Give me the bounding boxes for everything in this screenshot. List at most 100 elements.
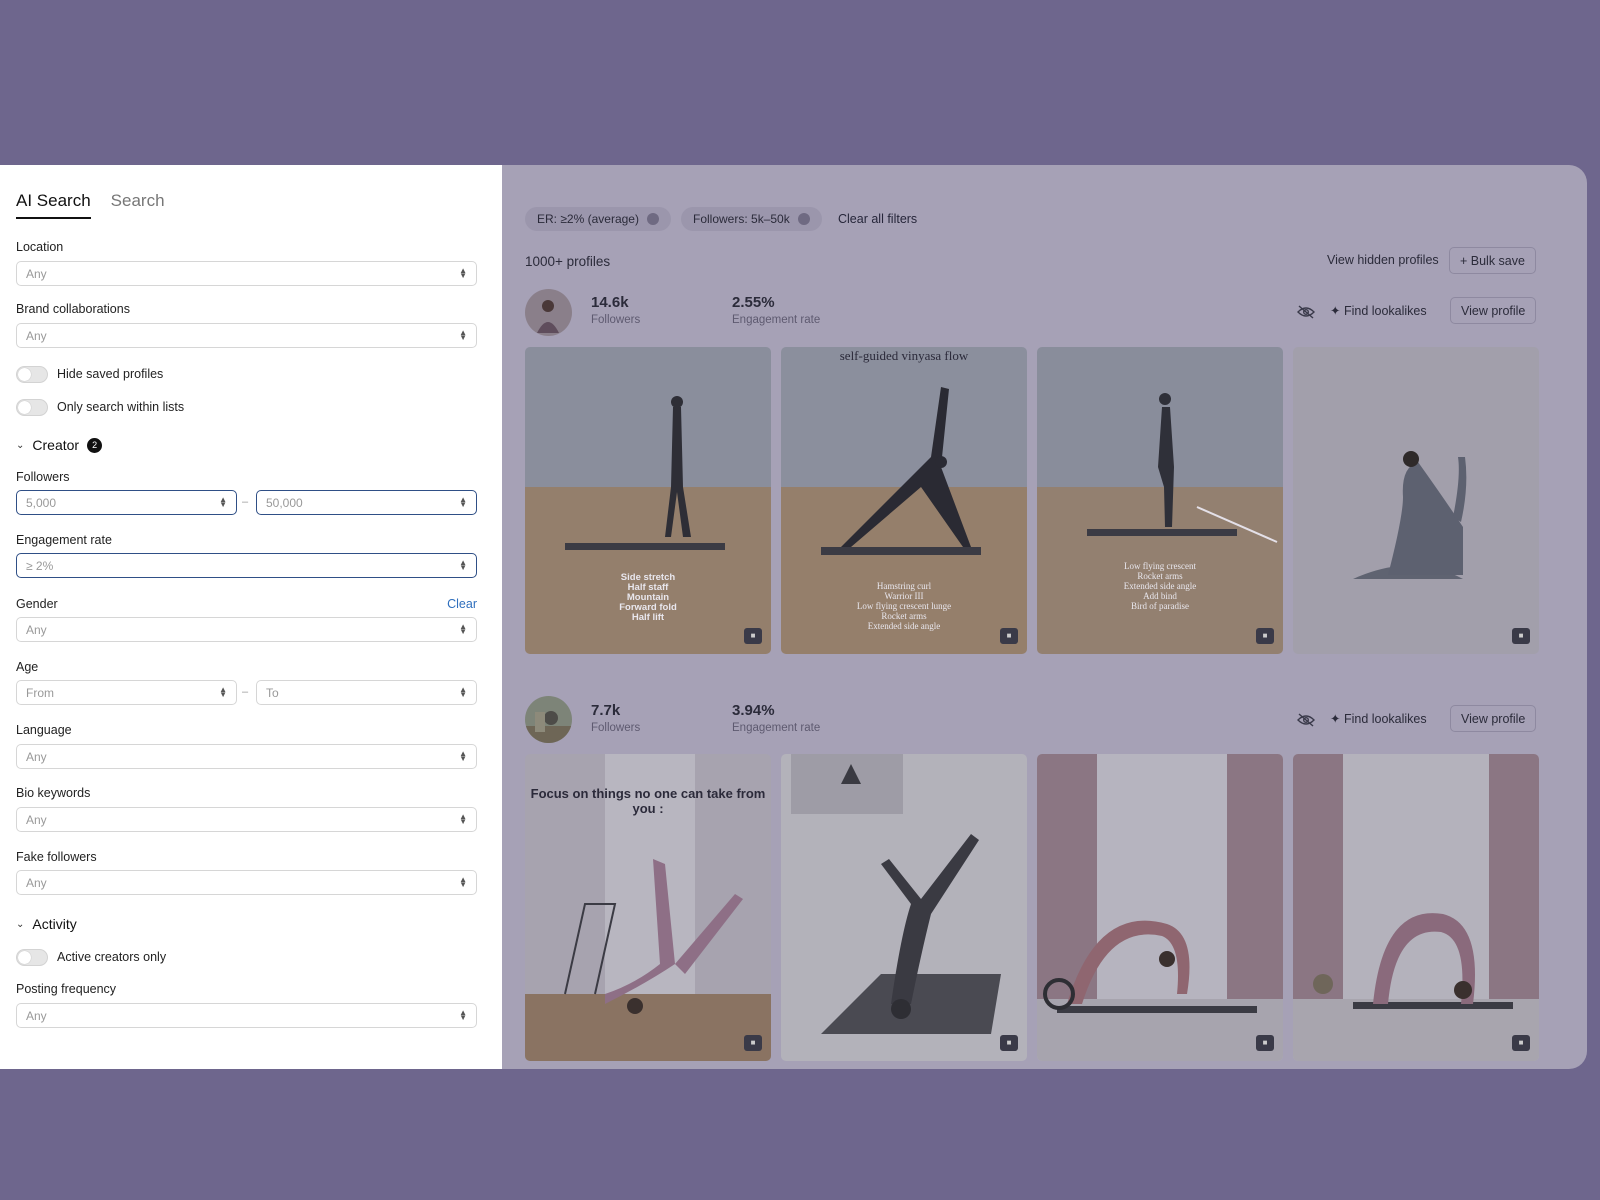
brand-select[interactable]: Any ▲ ▼: [16, 323, 477, 348]
fake-select[interactable]: Any ▲ ▼: [16, 870, 477, 895]
tab-ai-search[interactable]: AI Search: [16, 191, 91, 219]
select-arrows-icon: ▲ ▼: [459, 749, 467, 763]
find-lookalikes-button[interactable]: ✦ Find lookalikes: [1320, 705, 1437, 732]
search-card: AI Search Search Location Any ▲ ▼ Brand co…: [0, 165, 1587, 1069]
followers-value: 7.7k: [591, 702, 621, 719]
hide-saved-label: Hide saved profiles: [57, 367, 164, 381]
posting-label: Posting frequency: [16, 982, 117, 996]
view-profile-button[interactable]: View profile: [1450, 297, 1537, 324]
post-overlay-text: Hamstring curl Warrior III Low flying cres…: [856, 581, 952, 631]
gender-label: Gender: [16, 597, 58, 611]
post-overlay-text: Side stretch Half staff Mountain Forward fo…: [619, 572, 677, 623]
only-lists-label: Only search within lists: [57, 400, 185, 414]
followers-caption: Followers: [591, 722, 641, 734]
video-icon: ■: [1256, 1035, 1274, 1051]
select-arrows-icon: ▲ ▼: [219, 685, 227, 699]
results-count: 1000+ profiles: [525, 254, 611, 269]
engagement-select[interactable]: ≥ 2% ▲ ▼: [16, 553, 477, 578]
select-arrows-icon: ▲ ▼: [459, 812, 467, 826]
followers-label: Followers: [16, 470, 70, 484]
activity-section-header[interactable]: ⌄ Activity: [16, 916, 77, 932]
tab-search[interactable]: Search: [111, 191, 165, 219]
followers-filter-chip[interactable]: Followers: 5k–50k: [681, 207, 822, 231]
engagement-value: 3.94%: [732, 702, 775, 719]
remove-chip-icon[interactable]: [646, 213, 659, 225]
post-thumbnail[interactable]: ■: [781, 754, 1027, 1061]
posting-select[interactable]: Any ▲ ▼: [16, 1003, 477, 1028]
bulk-save-button[interactable]: + Bulk save: [1449, 247, 1536, 274]
select-arrows-icon: ▲ ▼: [459, 685, 467, 699]
post-overlay-title: self-guided vinyasa flow: [839, 348, 969, 363]
post-thumbnail[interactable]: Low flying crescent Rocket arms Extended s…: [1037, 347, 1283, 654]
activity-section-label: Activity: [32, 916, 77, 932]
post-thumbnail[interactable]: Side stretch Half staff Mountain Forward fo…: [525, 347, 771, 654]
video-icon: ■: [744, 1035, 762, 1051]
view-profile-button[interactable]: View profile: [1450, 705, 1537, 732]
bio-label: Bio keywords: [16, 786, 91, 800]
gender-clear-link[interactable]: Clear: [447, 597, 477, 611]
location-select[interactable]: Any ▲ ▼: [16, 261, 477, 286]
view-hidden-profiles-button[interactable]: View hidden profiles: [1317, 247, 1449, 274]
post-thumbnail[interactable]: Focus on things no one can take from you…: [525, 754, 771, 1061]
video-icon: ■: [1512, 1035, 1530, 1051]
select-arrows-icon: ▲ ▼: [459, 875, 467, 889]
post-thumbnail[interactable]: ■: [1293, 347, 1539, 654]
post-thumbnail[interactable]: self-guided vinyasa flow Hamstring curl W…: [781, 347, 1027, 654]
engagement-value: 2.55%: [732, 294, 775, 311]
chevron-down-icon: ⌄: [16, 918, 25, 930]
followers-value: 14.6k: [591, 294, 629, 311]
chevron-down-icon: ⌄: [16, 439, 25, 451]
clear-all-filters-link[interactable]: Clear all filters: [838, 212, 917, 226]
active-only-label: Active creators only: [57, 950, 167, 964]
sparkle-icon: ✦: [1330, 304, 1344, 318]
followers-max-input[interactable]: 50,000 ▲ ▼: [256, 490, 477, 515]
remove-chip-icon[interactable]: [797, 213, 810, 225]
select-arrows-icon: ▲ ▼: [459, 328, 467, 342]
find-lookalikes-button[interactable]: ✦ Find lookalikes: [1320, 297, 1437, 324]
creator-section-header[interactable]: ⌄ Creator 2: [16, 437, 103, 453]
engagement-caption: Engagement rate: [732, 722, 821, 734]
er-filter-chip[interactable]: ER: ≥2% (average): [525, 207, 671, 231]
video-icon: ■: [1512, 628, 1530, 644]
engagement-label: Engagement rate: [16, 533, 112, 547]
age-from-select[interactable]: From ▲ ▼: [16, 680, 237, 705]
followers-min-input[interactable]: 5,000 ▲ ▼: [16, 490, 237, 515]
language-label: Language: [16, 723, 72, 737]
select-arrows-icon: ▲ ▼: [459, 266, 467, 280]
select-arrows-icon: ▲ ▼: [459, 1008, 467, 1022]
creator-section-label: Creator: [32, 437, 80, 453]
language-select[interactable]: Any ▲ ▼: [16, 744, 477, 769]
post-thumbnail[interactable]: ■: [1293, 754, 1539, 1061]
select-arrows-icon: ▲ ▼: [219, 495, 227, 509]
sparkle-icon: ✦: [1330, 712, 1344, 726]
followers-caption: Followers: [591, 314, 641, 326]
age-label: Age: [16, 660, 39, 674]
age-to-select[interactable]: To ▲ ▼: [256, 680, 477, 705]
only-lists-toggle[interactable]: [16, 399, 48, 416]
video-icon: ■: [1256, 628, 1274, 644]
brand-label: Brand collaborations: [16, 302, 130, 316]
gender-select[interactable]: Any ▲ ▼: [16, 617, 477, 642]
bio-select[interactable]: Any ▲ ▼: [16, 807, 477, 832]
avatar[interactable]: [525, 696, 572, 743]
video-icon: ■: [1000, 628, 1018, 644]
location-label: Location: [16, 240, 64, 254]
avatar[interactable]: [525, 289, 572, 336]
results-panel: ER: ≥2% (average) Followers: 5k–50k Clea…: [502, 165, 1587, 1069]
post-thumbnail[interactable]: ■: [1037, 754, 1283, 1061]
post-overlay-title: Focus on things no one can take from you…: [530, 786, 766, 816]
fake-label: Fake followers: [16, 850, 97, 864]
select-arrows-icon: ▲ ▼: [459, 622, 467, 636]
range-separator: –: [242, 686, 249, 698]
filter-sidebar: AI Search Search Location Any ▲ ▼ Brand co…: [0, 165, 502, 1069]
creator-count-badge: 2: [87, 437, 103, 453]
select-arrows-icon: ▲ ▼: [459, 558, 467, 572]
range-separator: –: [242, 496, 249, 508]
eye-off-icon[interactable]: [1297, 713, 1315, 727]
post-overlay-text: Low flying crescent Rocket arms Extended s…: [1123, 561, 1197, 611]
search-tabs: AI Search Search: [16, 191, 165, 219]
hide-saved-toggle[interactable]: [16, 366, 48, 383]
select-arrows-icon: ▲ ▼: [459, 495, 467, 509]
active-only-toggle[interactable]: [16, 949, 48, 966]
eye-off-icon[interactable]: [1297, 305, 1315, 319]
